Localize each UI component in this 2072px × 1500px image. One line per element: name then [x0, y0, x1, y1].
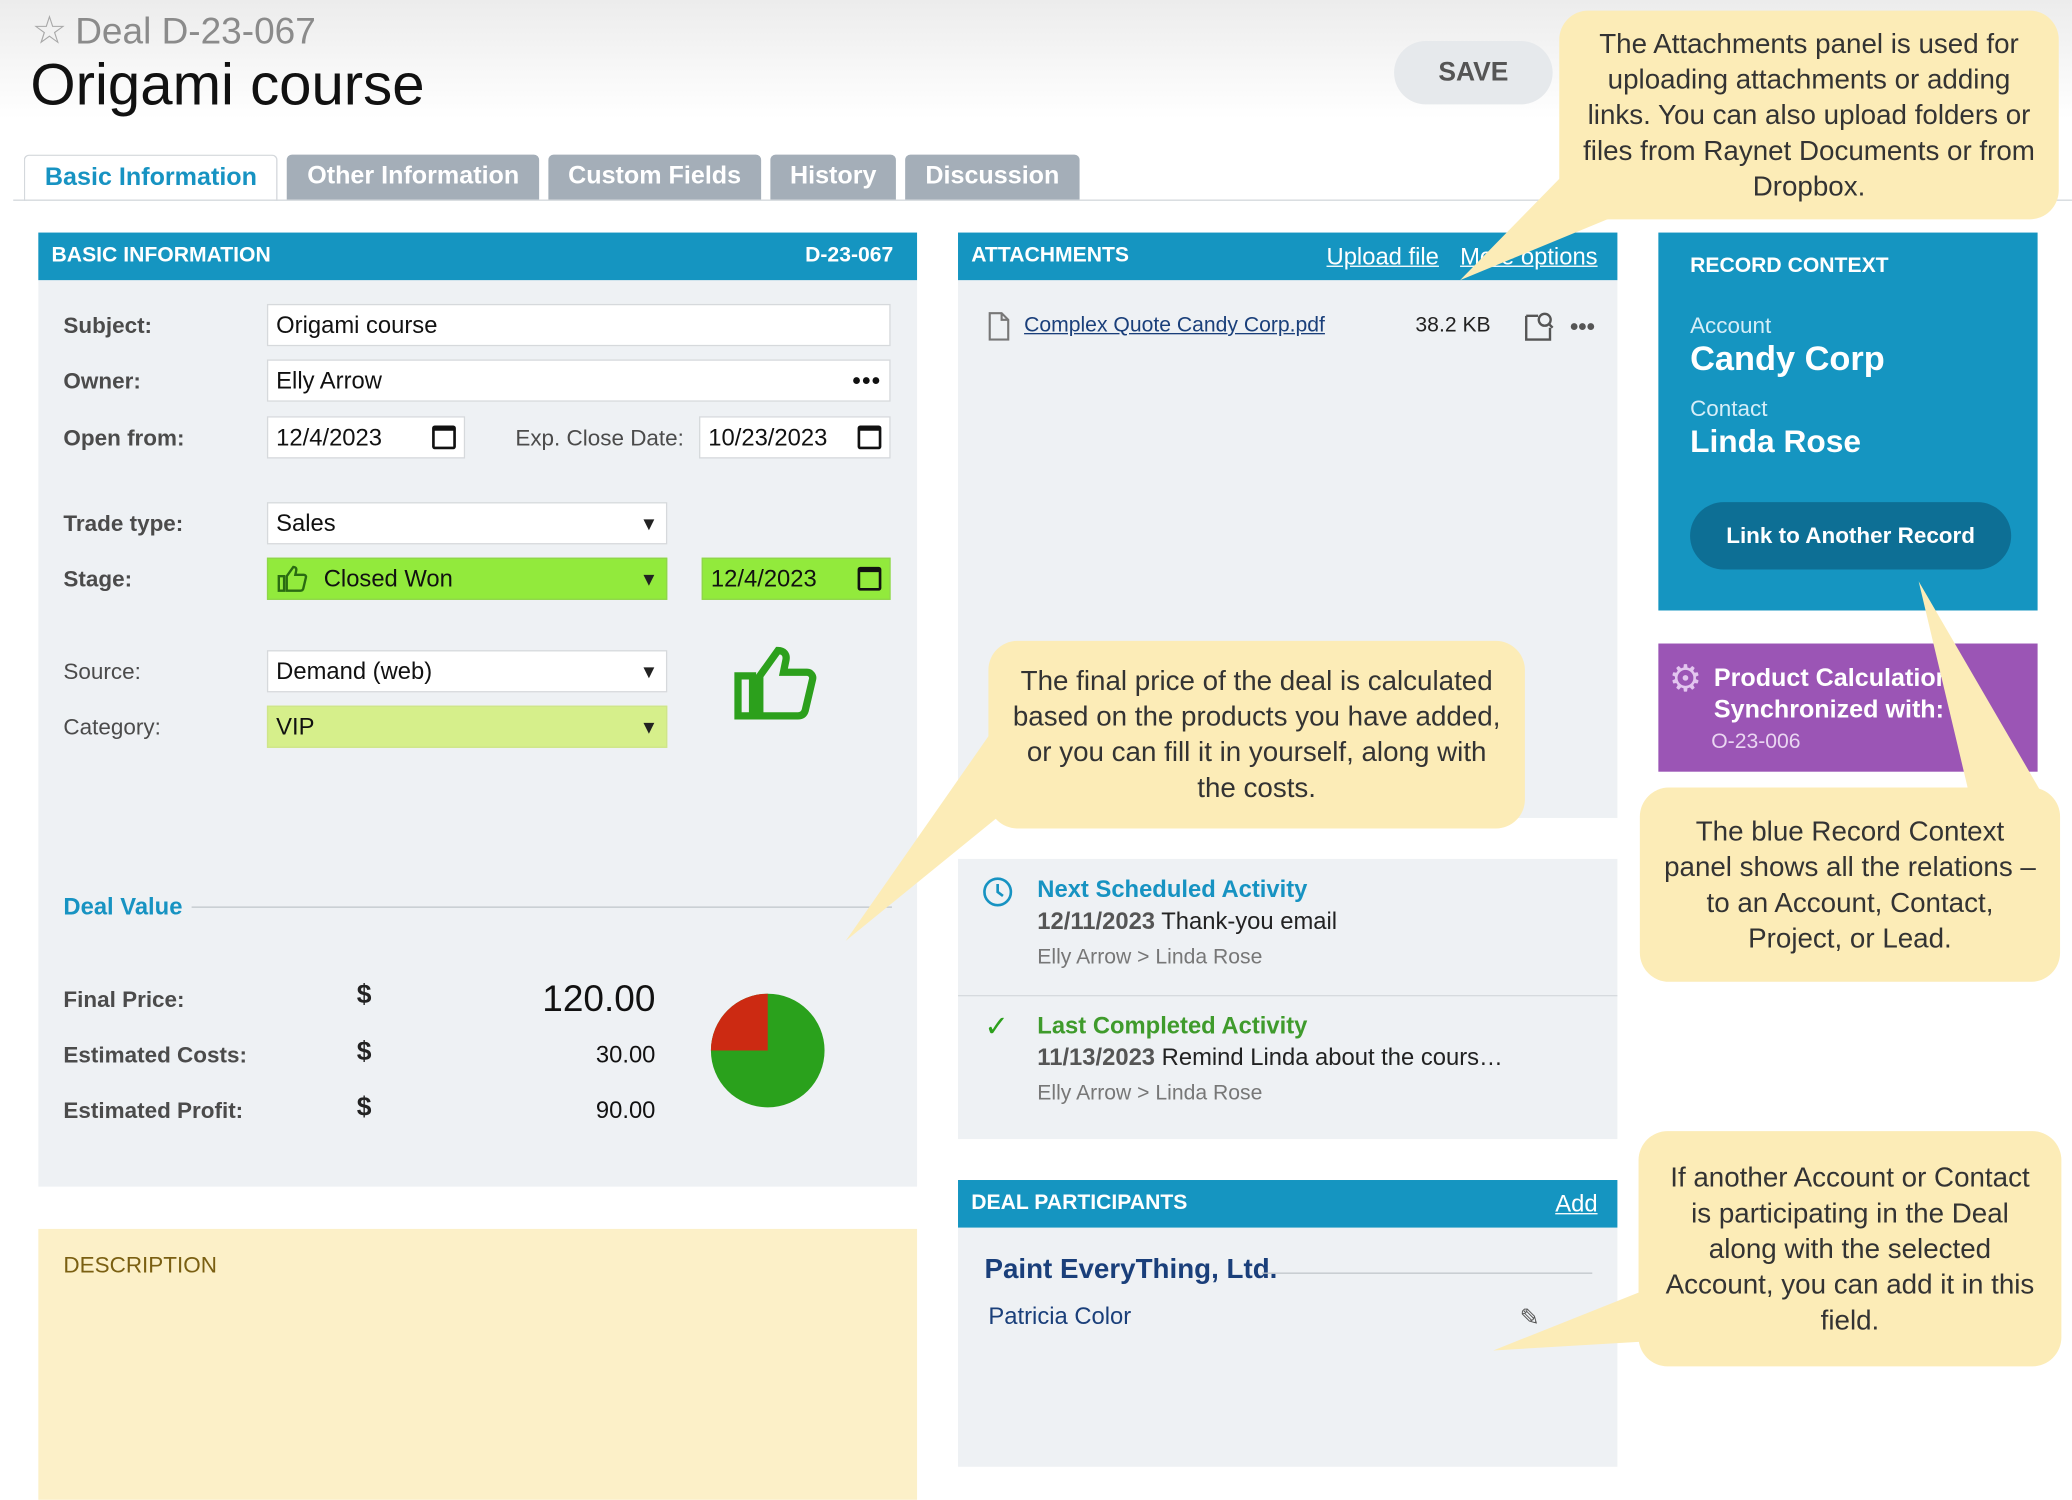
final-price-tooltip: The final price of the deal is calculate… — [988, 640, 1525, 829]
record-context-tooltip: The blue Record Context panel shows all … — [1639, 787, 2061, 982]
participants-tip-tail — [1493, 1288, 1650, 1351]
attachments-tooltip: The Attachments panel is used for upload… — [1559, 10, 2059, 220]
participants-tooltip: If another Account or Contact is partici… — [1638, 1131, 2062, 1367]
deal-page: ☆ Deal D-23-067 Origami course SAVE Basi… — [0, 0, 2072, 1500]
record-context-tip-tail — [1918, 581, 2042, 793]
